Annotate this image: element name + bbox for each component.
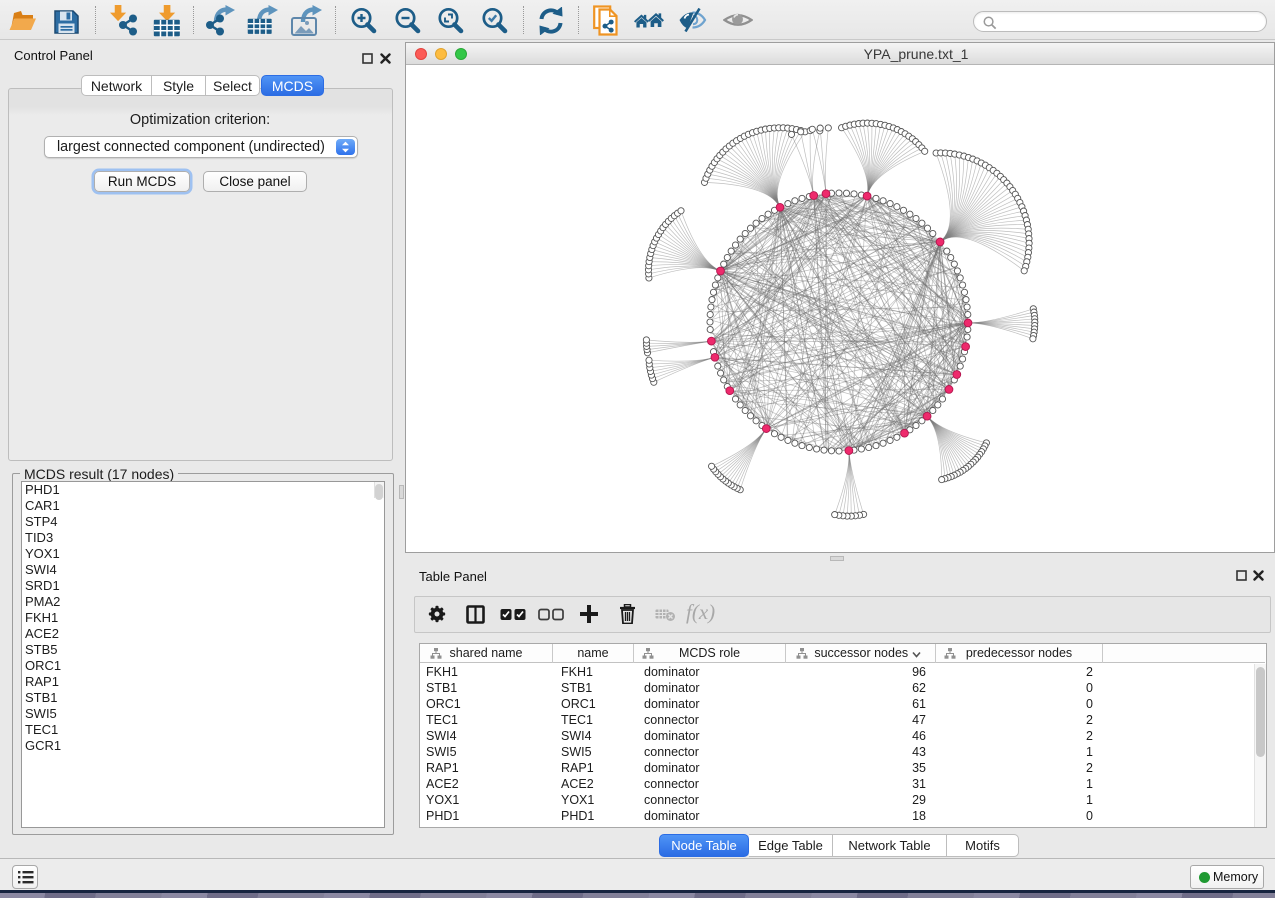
- svg-text:f(x): f(x): [686, 602, 715, 624]
